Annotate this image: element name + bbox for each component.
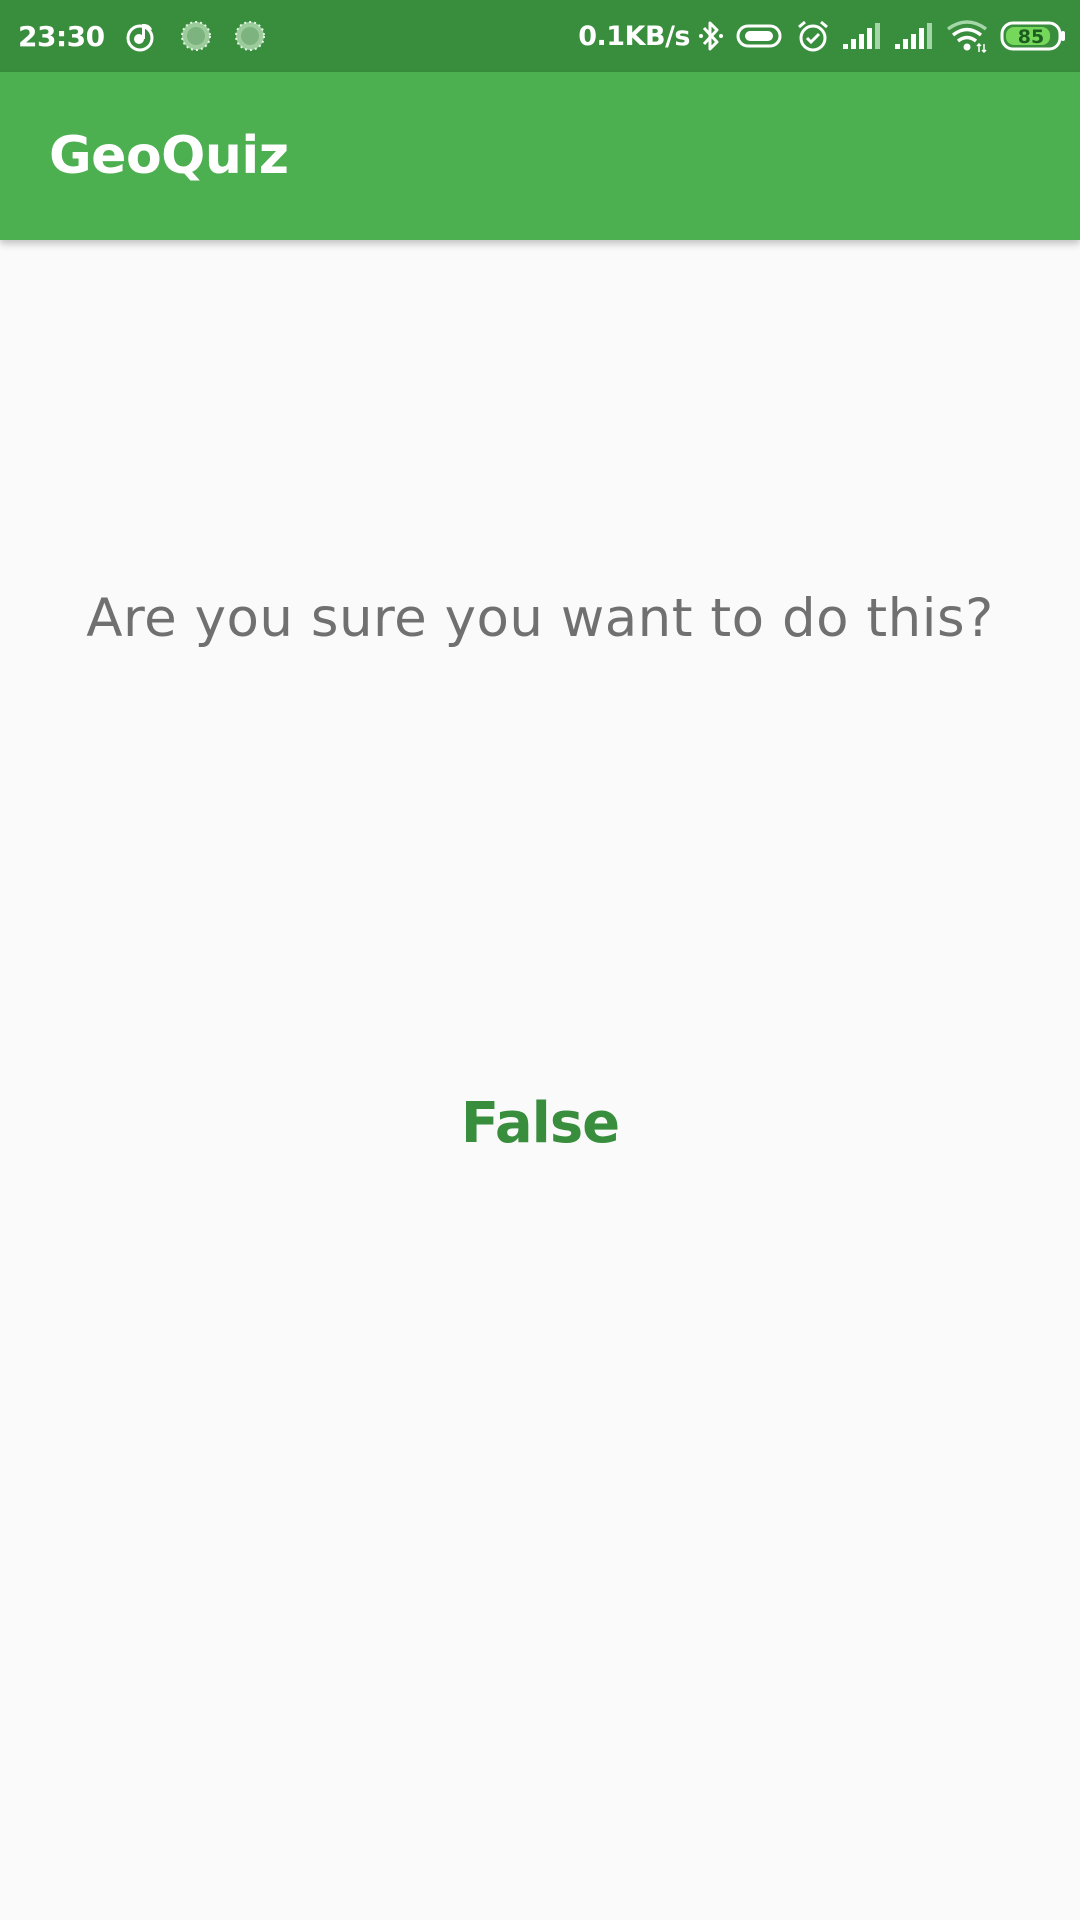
screen: 23:30 0.1KB/s 85 GeoQuiz Are you sure yo… [0,0,1080,1920]
app-title: GeoQuiz [49,126,289,186]
battery-icon: 85 [1000,20,1066,52]
battery-level: 85 [1018,26,1044,48]
status-bar-left: 23:30 [18,0,267,72]
false-button[interactable]: False [390,1080,690,1168]
music-note-icon [125,20,157,52]
question-text: Are you sure you want to do this? [86,588,994,649]
wifi-icon [946,19,988,53]
status-bar-right: 0.1KB/s 85 [578,0,1066,72]
network-speed: 0.1KB/s [578,20,690,52]
bluetooth-icon [698,19,724,53]
alarm-icon [796,19,830,53]
status-time: 23:30 [18,19,105,53]
status-bar: 23:30 0.1KB/s 85 [0,0,1080,72]
vibrate-icon [736,22,782,50]
signal-icon [842,22,882,50]
signal-icon [894,22,934,50]
loading-spinner-icon [233,19,267,53]
loading-spinner-icon [179,19,213,53]
app-bar: GeoQuiz [0,72,1080,240]
